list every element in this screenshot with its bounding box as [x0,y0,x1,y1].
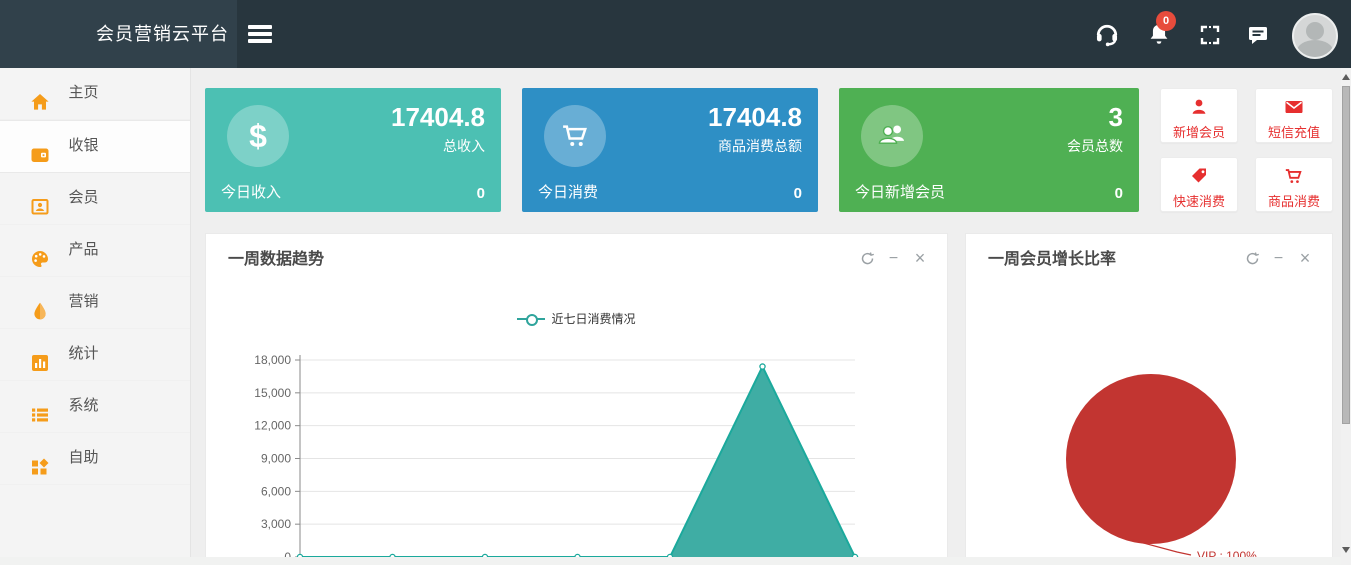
sidebar-item-statistics[interactable]: 统计 [0,329,190,381]
legend-item[interactable]: 近七日消费情况 [517,310,635,327]
messages-chat-icon[interactable] [1246,23,1274,51]
button-label: 快速消费 [1167,191,1231,210]
sidebar-item-label: 系统 [68,380,98,431]
stat-value: 17404.8 [391,102,485,133]
app-title: 会员营销云平台 [96,0,229,68]
stat-card-income: $ 17404.8 总收入 今日收入 0 [205,88,501,212]
sidebar-item-label: 自助 [68,432,98,483]
sidebar-item-label: 会员 [68,172,98,223]
stat-value-label: 总收入 [443,136,485,156]
trend-area-chart: 18,00015,00012,0009,0006,0003,0000 [235,350,935,565]
support-headset-icon[interactable] [1093,21,1121,49]
sidebar-item-home[interactable]: 主页 [0,68,190,120]
wallet-icon [30,135,50,155]
menu-icon[interactable] [248,25,274,45]
sidebar-item-label: 收银 [68,120,98,171]
stat-footer-value: 0 [794,185,802,202]
scroll-down-arrow-icon[interactable] [1342,547,1350,553]
envelope-icon [1284,105,1304,120]
sidebar-item-cashier[interactable]: 收银 [0,120,190,173]
brand-block: 会员营销云平台 [0,0,237,68]
svg-text:6,000: 6,000 [261,484,291,498]
button-label: 新增会员 [1167,122,1231,141]
sms-recharge-button[interactable]: 短信充值 [1255,88,1333,143]
member-growth-pie-chart: VIP : 100% [965,233,1333,565]
tag-icon [1189,174,1209,189]
blocks-icon [30,447,50,467]
svg-text:3,000: 3,000 [261,517,291,531]
add-member-button[interactable]: 新增会员 [1160,88,1238,143]
member-card-icon [30,187,50,207]
stat-value: 3 [1109,102,1123,133]
stat-value-label: 会员总数 [1067,136,1123,156]
person-add-icon [1189,105,1209,120]
cart-icon [544,105,606,167]
stat-footer-label: 今日新增会员 [855,181,945,202]
stat-footer-value: 0 [477,185,485,202]
svg-text:12,000: 12,000 [254,419,291,433]
stat-value: 17404.8 [708,102,802,133]
droplet-icon [30,291,50,311]
button-label: 商品消费 [1262,191,1326,210]
sidebar-item-label: 统计 [68,328,98,379]
sidebar-item-label: 产品 [68,224,98,275]
sidebar-item-members[interactable]: 会员 [0,173,190,225]
svg-text:9,000: 9,000 [261,452,291,466]
svg-text:18,000: 18,000 [254,353,291,367]
dollar-icon: $ [227,105,289,167]
sidebar-item-marketing[interactable]: 营销 [0,277,190,329]
bar-chart-icon [30,343,50,363]
stat-footer-value: 0 [1115,185,1123,202]
vertical-scrollbar[interactable] [1341,68,1351,565]
button-label: 短信充值 [1262,122,1326,141]
quick-consume-button[interactable]: 快速消费 [1160,157,1238,212]
stat-card-members: 3 会员总数 今日新增会员 0 [839,88,1139,212]
panel-title: 一周数据趋势 [228,245,324,269]
chart-legend: 近七日消费情况 [205,310,948,329]
refresh-icon[interactable] [856,250,878,268]
home-icon [30,82,50,102]
goods-consume-button[interactable]: 商品消费 [1255,157,1333,212]
list-icon [30,395,50,415]
app-window: 会员营销云平台 0 主页 [0,0,1351,565]
horizontal-scrollbar-track[interactable] [0,557,1351,565]
sidebar-nav: 主页 收银 会员 产品 营销 [0,68,191,565]
top-navbar: 会员营销云平台 0 [0,0,1351,68]
user-avatar[interactable] [1292,13,1338,59]
stat-footer-label: 今日收入 [221,181,281,202]
scrollbar-thumb[interactable] [1342,86,1350,424]
stat-footer-label: 今日消费 [538,181,598,202]
panel-tools: − × [856,248,931,269]
minimize-icon[interactable]: − [883,250,905,268]
sidebar-item-label: 主页 [68,67,98,118]
fullscreen-icon[interactable] [1198,23,1226,51]
legend-label: 近七日消费情况 [551,310,635,327]
scroll-up-arrow-icon[interactable] [1342,74,1350,80]
close-icon[interactable]: × [909,248,931,269]
sidebar-item-system[interactable]: 系统 [0,381,190,433]
palette-icon [30,239,50,259]
notification-badge: 0 [1156,11,1176,31]
sidebar-item-selfservice[interactable]: 自助 [0,433,190,485]
pie-slice-vip[interactable] [1066,374,1236,544]
avatar-person-icon [1306,22,1324,40]
cart-icon [1284,174,1304,189]
stat-value-label: 商品消费总额 [718,136,802,156]
users-icon [861,105,923,167]
sidebar-item-products[interactable]: 产品 [0,225,190,277]
sidebar-item-label: 营销 [68,276,98,327]
line-series-icon [517,314,545,324]
stat-card-consumption: 17404.8 商品消费总额 今日消费 0 [522,88,818,212]
svg-text:15,000: 15,000 [254,386,291,400]
